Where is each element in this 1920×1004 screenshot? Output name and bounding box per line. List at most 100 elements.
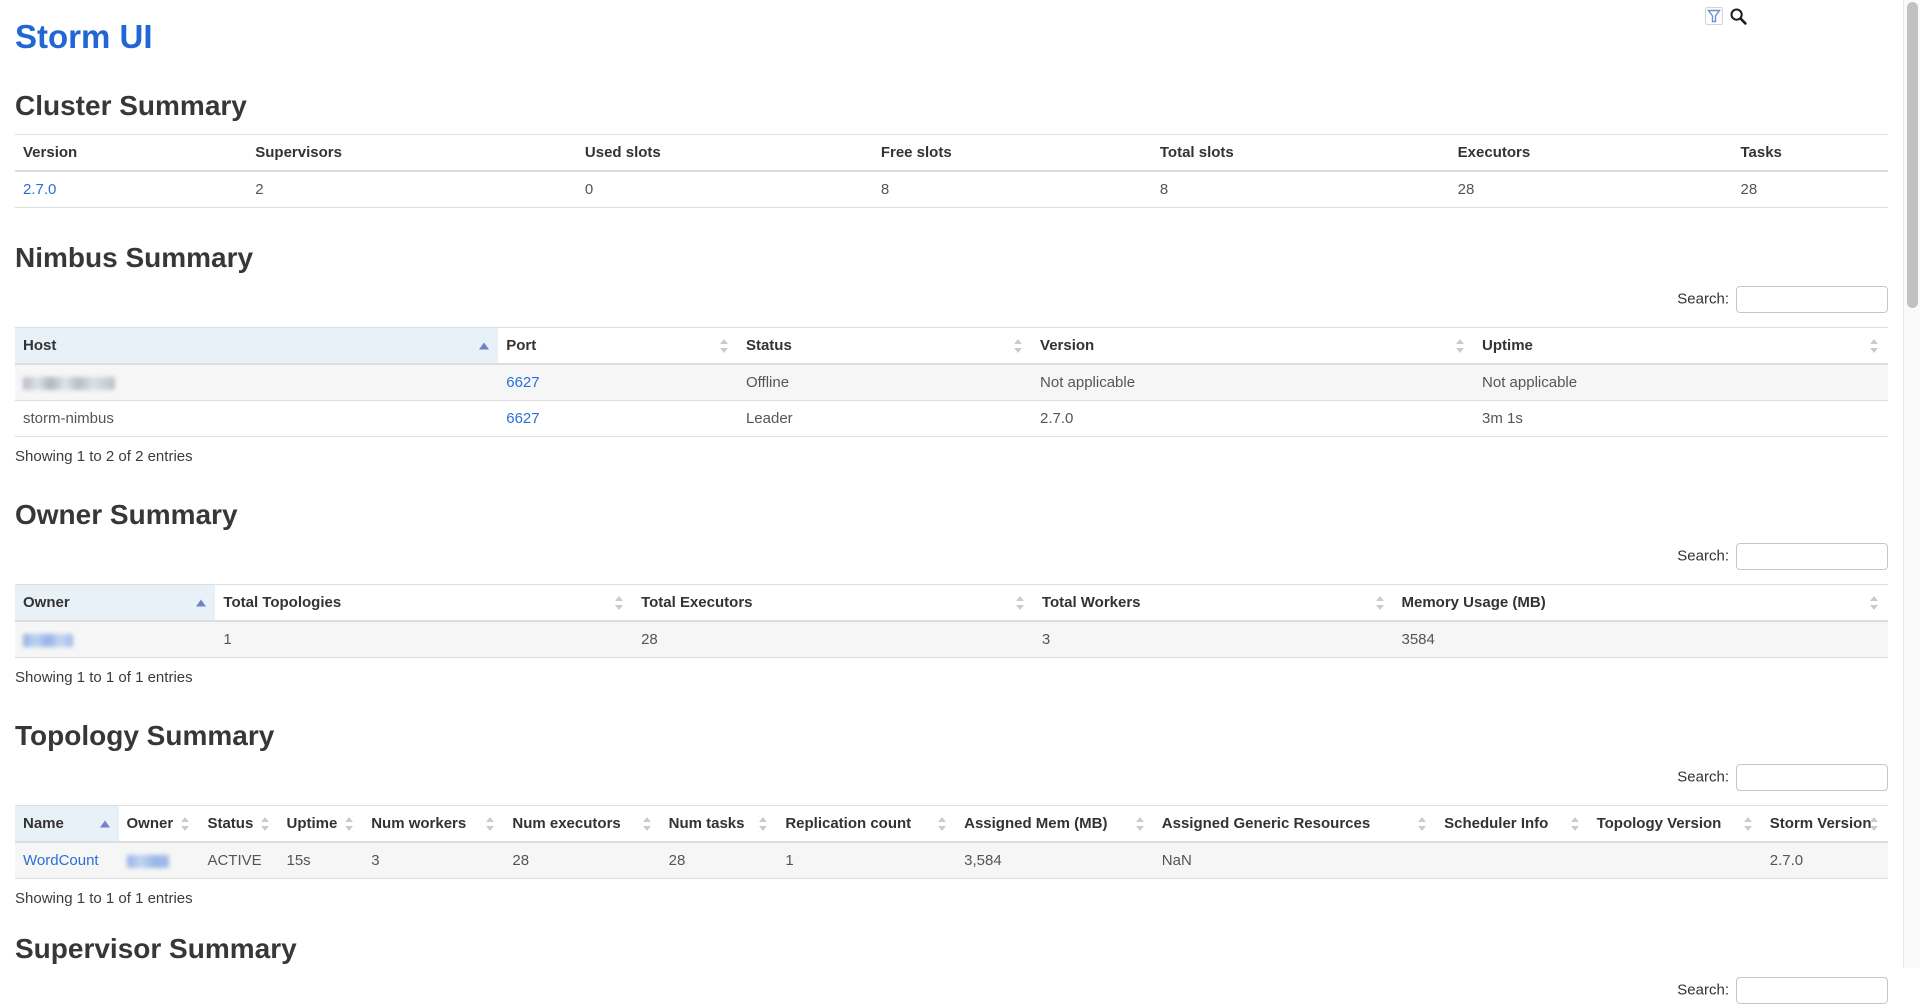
topology-header-row: Name Owner Status Uptime Num workers Num…: [15, 806, 1888, 843]
nimbus-version-value: 2.7.0: [1032, 401, 1474, 437]
col-assigned-mem[interactable]: Assigned Mem (MB): [956, 806, 1154, 843]
sort-both-icon: [1135, 816, 1145, 832]
sort-both-icon: [758, 816, 768, 832]
col-status[interactable]: Status: [738, 328, 1032, 365]
scrollbar-thumb[interactable]: [1907, 2, 1918, 308]
topology-summary-heading: Topology Summary: [15, 720, 1888, 752]
app-title-link[interactable]: Storm UI: [15, 18, 153, 56]
sort-both-icon: [1743, 816, 1753, 832]
col-topo-uptime[interactable]: Uptime: [279, 806, 364, 843]
owner-total-topologies-value: 1: [215, 621, 633, 658]
cluster-total-slots-value: 8: [1152, 171, 1450, 208]
cluster-free-slots-value: 8: [873, 171, 1152, 208]
topology-search-label: Search:: [1677, 768, 1729, 785]
col-num-workers[interactable]: Num workers: [363, 806, 504, 843]
col-assigned-generic-resources[interactable]: Assigned Generic Resources: [1154, 806, 1436, 843]
nimbus-uptime-value: 3m 1s: [1474, 401, 1888, 437]
topology-search-row: Search:: [15, 764, 1888, 791]
nimbus-header-row: Host Port Status Version Uptime: [15, 328, 1888, 365]
col-topo-owner[interactable]: Owner: [119, 806, 200, 843]
owner-memory-usage-value: 3584: [1394, 621, 1889, 658]
nimbus-row-1: 6627 Offline Not applicable Not applicab…: [15, 364, 1888, 401]
topology-replication-count-value: 1: [777, 842, 956, 879]
col-scheduler-info[interactable]: Scheduler Info: [1436, 806, 1588, 843]
col-total-slots: Total slots: [1152, 135, 1450, 172]
nimbus-search-row: Search:: [15, 286, 1888, 313]
sort-both-icon: [1015, 595, 1025, 611]
col-executors: Executors: [1450, 135, 1733, 172]
sort-both-icon: [937, 816, 947, 832]
sort-both-icon: [344, 816, 354, 832]
col-nimbus-version[interactable]: Version: [1032, 328, 1474, 365]
sort-both-icon: [642, 816, 652, 832]
col-topo-status[interactable]: Status: [199, 806, 278, 843]
col-owner[interactable]: Owner: [15, 585, 215, 622]
col-total-topologies[interactable]: Total Topologies: [215, 585, 633, 622]
col-port[interactable]: Port: [498, 328, 738, 365]
col-num-tasks[interactable]: Num tasks: [661, 806, 778, 843]
sort-asc-icon: [479, 338, 489, 354]
sort-both-icon: [180, 816, 190, 832]
col-num-executors[interactable]: Num executors: [504, 806, 660, 843]
topology-storm-version-value: 2.7.0: [1762, 842, 1888, 879]
nimbus-status-value: Leader: [738, 401, 1032, 437]
col-host[interactable]: Host: [15, 328, 498, 365]
col-version: Version: [15, 135, 247, 172]
supervisor-summary-heading: Supervisor Summary: [15, 933, 1888, 965]
owner-search-input[interactable]: [1736, 543, 1888, 570]
col-storm-version[interactable]: Storm Version: [1762, 806, 1888, 843]
topology-name-link[interactable]: WordCount: [23, 852, 99, 869]
sort-asc-icon: [196, 595, 206, 611]
col-topology-version[interactable]: Topology Version: [1589, 806, 1762, 843]
topology-version-value: [1589, 842, 1762, 879]
col-name[interactable]: Name: [15, 806, 119, 843]
col-replication-count[interactable]: Replication count: [777, 806, 956, 843]
nimbus-port-link[interactable]: 6627: [506, 374, 539, 391]
topology-num-executors-value: 28: [504, 842, 660, 879]
filter-icon[interactable]: [1705, 7, 1723, 25]
search-icon[interactable]: [1729, 7, 1748, 31]
sort-both-icon: [1417, 816, 1427, 832]
supervisor-search-input[interactable]: [1736, 977, 1888, 1004]
cluster-row: 2.7.0 2 0 8 8 28 28: [15, 171, 1888, 208]
col-total-workers[interactable]: Total Workers: [1034, 585, 1394, 622]
topology-search-input[interactable]: [1736, 764, 1888, 791]
col-total-executors[interactable]: Total Executors: [633, 585, 1034, 622]
sort-both-icon: [1869, 816, 1879, 832]
sort-both-icon: [614, 595, 624, 611]
supervisor-search-label: Search:: [1677, 981, 1729, 998]
topology-scheduler-info-value: [1436, 842, 1588, 879]
col-uptime[interactable]: Uptime: [1474, 328, 1888, 365]
cluster-summary-heading: Cluster Summary: [15, 90, 1888, 122]
owner-summary-heading: Owner Summary: [15, 499, 1888, 531]
redacted-owner-link[interactable]: [23, 634, 73, 647]
nimbus-row-2: storm-nimbus 6627 Leader 2.7.0 3m 1s: [15, 401, 1888, 437]
col-used-slots: Used slots: [577, 135, 873, 172]
sort-both-icon: [260, 816, 270, 832]
owner-summary-table: Owner Total Topologies Total Executors T…: [15, 584, 1888, 658]
sort-both-icon: [1013, 338, 1023, 354]
cluster-supervisors-value: 2: [247, 171, 577, 208]
cluster-version-link[interactable]: 2.7.0: [23, 181, 56, 198]
topology-assigned-mem-value: 3,584: [956, 842, 1154, 879]
nimbus-summary-table: Host Port Status Version Uptime 6627 Off…: [15, 327, 1888, 437]
nimbus-search-input[interactable]: [1736, 286, 1888, 313]
col-memory-usage[interactable]: Memory Usage (MB): [1394, 585, 1889, 622]
topology-num-workers-value: 3: [363, 842, 504, 879]
sort-both-icon: [485, 816, 495, 832]
scrollbar[interactable]: [1903, 0, 1920, 968]
nimbus-host-value: storm-nimbus: [15, 401, 498, 437]
redacted-owner-link[interactable]: [127, 855, 169, 868]
nimbus-port-link[interactable]: 6627: [506, 410, 539, 427]
nimbus-uptime-value: Not applicable: [1474, 364, 1888, 401]
topology-status-value: ACTIVE: [199, 842, 278, 879]
sort-both-icon: [1455, 338, 1465, 354]
owner-total-executors-value: 28: [633, 621, 1034, 658]
sort-asc-icon: [100, 816, 110, 832]
sort-both-icon: [1375, 595, 1385, 611]
nimbus-version-value: Not applicable: [1032, 364, 1474, 401]
nimbus-search-label: Search:: [1677, 290, 1729, 307]
cluster-tasks-value: 28: [1732, 171, 1888, 208]
owner-row: 1 28 3 3584: [15, 621, 1888, 658]
main-content: Storm UI Cluster Summary Version Supervi…: [0, 0, 1920, 1004]
